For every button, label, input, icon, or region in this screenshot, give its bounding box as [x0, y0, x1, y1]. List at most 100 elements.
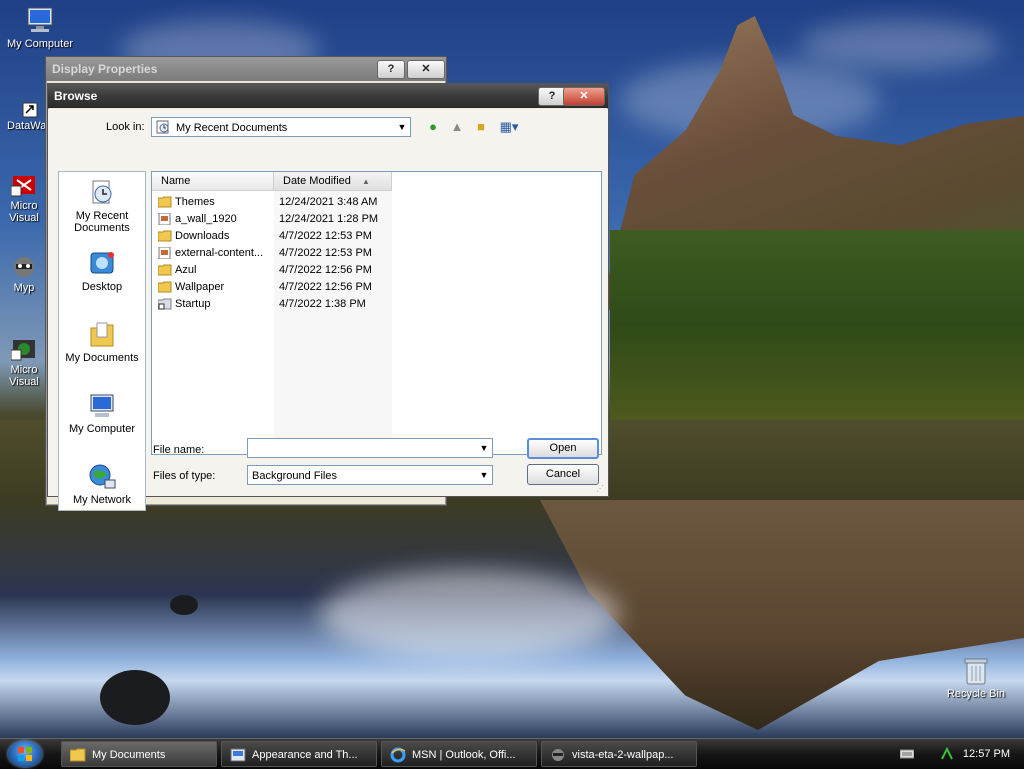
file-date: 4/7/2022 1:38 PM	[279, 298, 366, 310]
forest	[610, 230, 1024, 420]
place-label: My Network	[72, 494, 132, 506]
file-date: 12/24/2021 3:48 AM	[279, 196, 378, 208]
look-in-value: My Recent Documents	[176, 122, 288, 134]
folder-icon	[158, 264, 172, 276]
desktop-icon-recycle-bin[interactable]: Recycle Bin	[940, 656, 1012, 700]
task-msn-outlook[interactable]: MSN | Outlook, Offi...	[381, 741, 537, 767]
file-row[interactable]: Themes 12/24/2021 3:48 AM	[152, 194, 601, 211]
task-appearance-and-themes[interactable]: Appearance and Th...	[221, 741, 377, 767]
recycle-bin-icon	[964, 658, 988, 685]
place-my-network[interactable]: My Network	[59, 462, 145, 506]
place-my-computer[interactable]: My Computer	[59, 391, 145, 435]
column-header-date-modified[interactable]: Date Modified ▲	[274, 172, 392, 191]
folder-icon	[158, 196, 172, 208]
desktop-icon-label: Recycle Bin	[946, 688, 1006, 700]
browse-dialog[interactable]: Browse ? ✕ Look in: My Recent Documents …	[47, 83, 609, 511]
image-file-icon	[158, 247, 171, 259]
task-vista-wallpaper[interactable]: vista-eta-2-wallpap...	[541, 741, 697, 767]
look-in-combo[interactable]: My Recent Documents ▼	[151, 117, 411, 137]
file-date: 12/24/2021 1:28 PM	[279, 213, 379, 225]
file-row[interactable]: external-content... 4/7/2022 12:53 PM	[152, 245, 601, 262]
task-label: Appearance and Th...	[252, 749, 358, 761]
folder-icon	[158, 230, 172, 242]
help-button[interactable]: ?	[538, 87, 566, 106]
image-file-icon	[158, 213, 171, 225]
cloud-reflection	[320, 570, 620, 660]
sort-ascending-icon: ▲	[361, 177, 370, 186]
file-date: 4/7/2022 12:53 PM	[279, 230, 372, 242]
desktop-icon-label: Myp	[13, 282, 35, 294]
dialog-body: Look in: My Recent Documents ▼ ● ▲ ■ ▦▾ …	[48, 109, 608, 511]
view-menu-icon[interactable]: ▦▾	[496, 118, 522, 136]
file-row[interactable]: Wallpaper 4/7/2022 12:56 PM	[152, 279, 601, 296]
file-name: a_wall_1920	[175, 213, 237, 225]
place-my-recent-documents[interactable]: My Recent Documents	[59, 178, 145, 234]
task-my-documents[interactable]: My Documents	[61, 741, 217, 767]
start-button[interactable]	[8, 741, 42, 767]
visual-studio-icon	[11, 176, 35, 197]
network-icon[interactable]	[940, 747, 954, 761]
file-date: 4/7/2022 12:53 PM	[279, 247, 372, 259]
desktop-icon-my-computer[interactable]: My Computer	[2, 4, 78, 50]
desktop-icon-label: Micro Visual	[9, 364, 39, 388]
my-documents-icon	[90, 322, 114, 347]
file-date: 4/7/2022 12:56 PM	[279, 264, 372, 276]
desktop-icon-datawa[interactable]: DataWa	[2, 102, 46, 132]
file-name: Startup	[175, 298, 211, 310]
desktop-icon	[90, 252, 114, 274]
files-of-type-label: Files of type:	[153, 470, 216, 482]
file-name: Downloads	[175, 230, 230, 242]
folder-icon	[70, 748, 86, 762]
system-tray: 12:57 PM	[880, 739, 1024, 769]
visual-studio-icon	[11, 340, 35, 361]
raccoon-icon	[552, 749, 564, 761]
column-header-name[interactable]: Name	[152, 172, 274, 191]
files-of-type-select[interactable]: Background Files ▼	[247, 465, 493, 485]
close-button[interactable]: ✕	[407, 60, 445, 79]
help-button[interactable]: ?	[377, 60, 405, 79]
dropdown-arrow-icon[interactable]: ▼	[394, 118, 410, 136]
up-folder-icon[interactable]: ▲	[448, 118, 466, 136]
rock	[170, 595, 198, 615]
raccoon-icon	[14, 257, 34, 277]
cancel-button[interactable]: Cancel	[527, 464, 599, 485]
file-row[interactable]: Downloads 4/7/2022 12:53 PM	[152, 228, 601, 245]
task-label: vista-eta-2-wallpap...	[572, 749, 674, 761]
folder-icon	[158, 281, 172, 293]
internet-explorer-icon	[390, 747, 406, 763]
control-panel-icon	[230, 748, 246, 762]
file-list[interactable]: Name Date Modified ▲ Themes 12/24/2021 3…	[151, 171, 602, 455]
resize-grip-icon[interactable]: ⋰	[596, 484, 606, 494]
window-title: Display Properties	[52, 62, 158, 76]
new-folder-icon[interactable]: ■	[472, 118, 490, 136]
clock[interactable]: 12:57 PM	[963, 739, 1010, 769]
close-button[interactable]: ✕	[563, 87, 605, 106]
cloud	[800, 20, 1000, 70]
my-computer-icon	[90, 394, 114, 417]
file-row[interactable]: Azul 4/7/2022 12:56 PM	[152, 262, 601, 279]
look-in-label: Look in:	[106, 121, 145, 133]
file-name: external-content...	[175, 247, 264, 259]
desktop-icon-myp[interactable]: Myp	[2, 254, 46, 294]
file-name-input[interactable]: ▼	[247, 438, 493, 458]
place-desktop[interactable]: Desktop	[59, 249, 145, 293]
keyboard-icon[interactable]	[900, 748, 914, 760]
files-of-type-value: Background Files	[252, 470, 337, 482]
task-label: MSN | Outlook, Offi...	[412, 749, 516, 761]
shortcut-icon	[22, 102, 38, 118]
desktop-icon-visual-studio-1[interactable]: Micro Visual	[2, 172, 46, 224]
browse-titlebar[interactable]: Browse	[48, 84, 608, 108]
dialog-title: Browse	[54, 89, 98, 103]
file-row[interactable]: a_wall_1920 12/24/2021 1:28 PM	[152, 211, 601, 228]
file-row[interactable]: Startup 4/7/2022 1:38 PM	[152, 296, 601, 313]
desktop-icon-visual-studio-2[interactable]: Micro Visual	[2, 336, 46, 388]
file-name-label: File name:	[153, 444, 205, 456]
file-name: Azul	[175, 264, 197, 276]
place-label: My Computer	[68, 423, 136, 435]
place-my-documents[interactable]: My Documents	[59, 320, 145, 364]
open-button[interactable]: Open	[527, 438, 599, 459]
dropdown-arrow-icon[interactable]: ▼	[476, 466, 492, 484]
dropdown-arrow-icon[interactable]: ▼	[476, 439, 492, 457]
back-icon[interactable]: ●	[424, 118, 442, 136]
place-label: My Documents	[65, 352, 139, 364]
